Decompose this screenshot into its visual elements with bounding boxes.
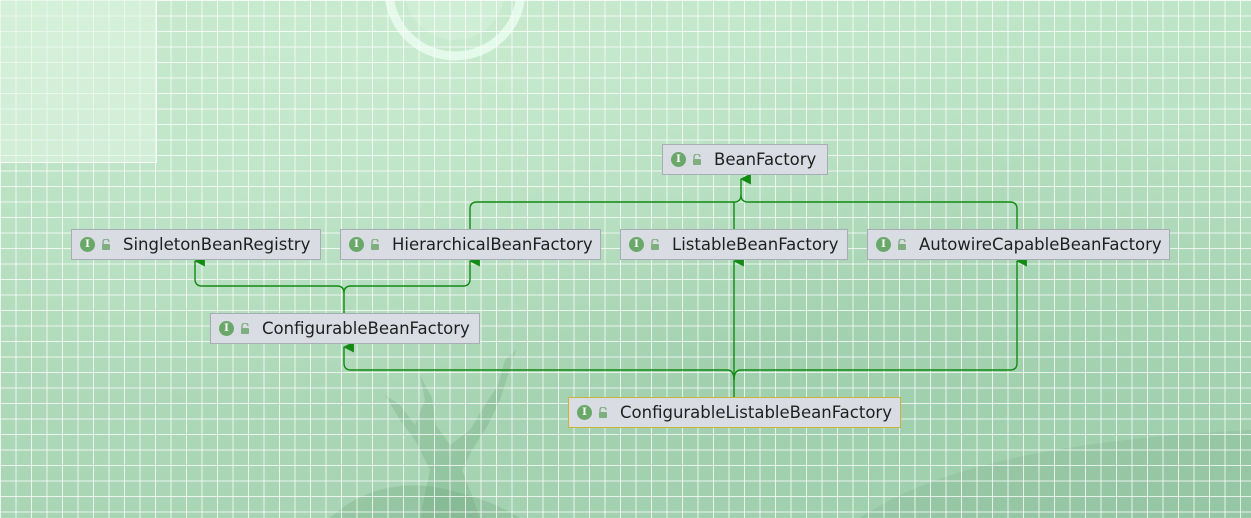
public-lock-icon — [102, 238, 110, 250]
node-label: SingletonBeanRegistry — [123, 235, 311, 254]
edge-configurable-to-hierarchical — [343, 255, 480, 294]
interface-icon: I — [629, 237, 644, 252]
node-configurable-bean-factory[interactable]: I ConfigurableBeanFactory — [210, 313, 480, 344]
node-label: BeanFactory — [714, 150, 817, 169]
edge-hierarchical-to-bean-factory — [469, 173, 751, 229]
node-label: HierarchicalBeanFactory — [392, 235, 593, 254]
public-lock-icon — [898, 238, 906, 250]
public-lock-icon — [599, 406, 607, 418]
interface-icon: I — [349, 237, 364, 252]
diagram-canvas: I BeanFactory I SingletonBeanRegistry I … — [0, 0, 1251, 518]
node-label: ConfigurableBeanFactory — [262, 319, 470, 338]
node-label: AutowireCapableBeanFactory — [919, 235, 1162, 254]
node-hierarchical-bean-factory[interactable]: I HierarchicalBeanFactory — [340, 229, 601, 260]
public-lock-icon — [693, 153, 701, 165]
public-lock-icon — [371, 238, 379, 250]
node-singleton-bean-registry[interactable]: I SingletonBeanRegistry — [71, 229, 321, 260]
interface-icon: I — [577, 405, 592, 420]
node-configurable-listable-bean-factory[interactable]: I ConfigurableListableBeanFactory — [568, 397, 901, 428]
edge-clbf-to-configurable — [342, 341, 735, 381]
interface-icon: I — [671, 152, 686, 167]
interface-icon: I — [80, 237, 95, 252]
node-bean-factory[interactable]: I BeanFactory — [662, 144, 828, 175]
edge-configurable-to-singleton — [193, 255, 345, 313]
node-label: ListableBeanFactory — [672, 235, 839, 254]
node-listable-bean-factory[interactable]: I ListableBeanFactory — [620, 229, 848, 260]
public-lock-icon — [241, 322, 249, 334]
interface-icon: I — [876, 237, 891, 252]
edge-clbf-to-autowire — [733, 255, 1027, 381]
public-lock-icon — [651, 238, 659, 250]
node-label: ConfigurableListableBeanFactory — [620, 403, 892, 422]
edge-autowire-to-bean-factory — [740, 194, 1018, 229]
interface-icon: I — [219, 321, 234, 336]
node-autowire-capable-bean-factory[interactable]: I AutowireCapableBeanFactory — [867, 229, 1170, 260]
